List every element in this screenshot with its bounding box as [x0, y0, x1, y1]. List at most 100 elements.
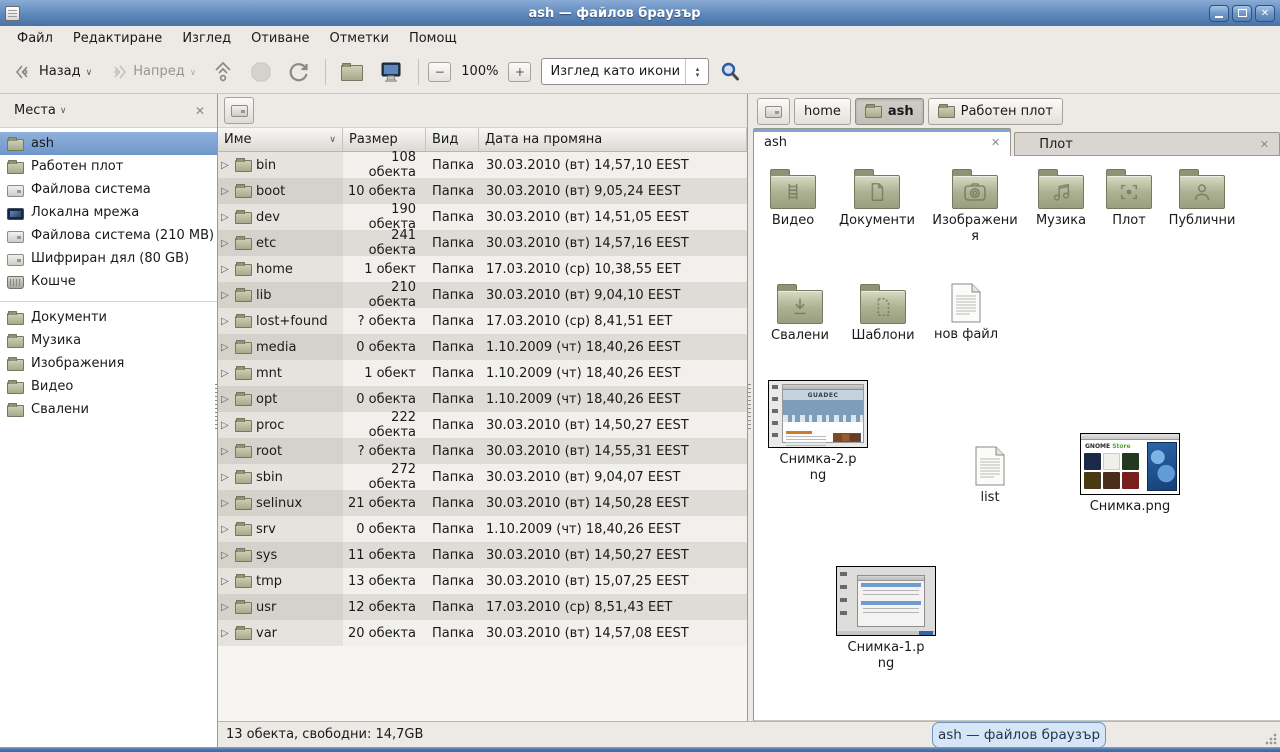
- file-item-snimka2[interactable]: GUADEC Снимка-2.png: [768, 380, 868, 484]
- close-sidebar-icon[interactable]: [191, 102, 209, 120]
- tab-close-icon[interactable]: [1260, 138, 1269, 151]
- table-row[interactable]: root ? обекта Папка 30.03.2010 (вт) 14,5…: [218, 438, 747, 464]
- table-row[interactable]: boot 10 обекта Папка 30.03.2010 (вт) 9,0…: [218, 178, 747, 204]
- expander-icon[interactable]: [221, 420, 231, 431]
- expander-icon[interactable]: [221, 524, 231, 535]
- stop-button[interactable]: [244, 57, 278, 87]
- menu-item[interactable]: Отметки: [320, 29, 397, 48]
- forward-dropdown-icon[interactable]: [190, 64, 197, 79]
- minimize-button[interactable]: [1209, 5, 1229, 22]
- table-row[interactable]: sbin 272 обекта Папка 30.03.2010 (вт) 9,…: [218, 464, 747, 490]
- file-item-snimka[interactable]: GNOME Store Снимка.png: [1075, 433, 1185, 515]
- up-button[interactable]: [206, 56, 240, 88]
- file-item-public[interactable]: Публични: [1154, 175, 1250, 229]
- expander-icon[interactable]: [221, 290, 231, 301]
- sidebar-item[interactable]: Документи: [0, 306, 217, 329]
- file-item-documents[interactable]: Документи: [829, 175, 925, 229]
- column-header-modified[interactable]: Дата на промяна: [479, 128, 747, 151]
- file-item-pictures[interactable]: Изображения: [931, 175, 1019, 245]
- column-header-name[interactable]: Име: [218, 128, 343, 151]
- sidebar-item[interactable]: Локална мрежа: [0, 201, 217, 224]
- expander-icon[interactable]: [221, 212, 231, 223]
- expander-icon[interactable]: [221, 628, 231, 639]
- tab-plot[interactable]: Плот: [1014, 132, 1280, 156]
- sidebar-item[interactable]: Кошче: [0, 270, 217, 293]
- table-row[interactable]: var 20 обекта Папка 30.03.2010 (вт) 14,5…: [218, 620, 747, 646]
- sidebar-item[interactable]: Видео: [0, 375, 217, 398]
- menu-item[interactable]: Файл: [8, 29, 62, 48]
- titlebar[interactable]: ash — файлов браузър: [0, 0, 1280, 26]
- menu-item[interactable]: Отиване: [242, 29, 318, 48]
- expander-icon[interactable]: [221, 238, 231, 249]
- sidebar-item[interactable]: Музика: [0, 329, 217, 352]
- expander-icon[interactable]: [221, 316, 231, 327]
- menu-item[interactable]: Помощ: [400, 29, 466, 48]
- expander-icon[interactable]: [221, 550, 231, 561]
- breadcrumb-current-button[interactable]: ash: [855, 98, 924, 125]
- home-button[interactable]: [335, 59, 369, 85]
- table-row[interactable]: selinux 21 обекта Папка 30.03.2010 (вт) …: [218, 490, 747, 516]
- expander-icon[interactable]: [221, 264, 231, 275]
- expander-icon[interactable]: [221, 498, 231, 509]
- expander-icon[interactable]: [221, 576, 231, 587]
- expander-icon[interactable]: [221, 342, 231, 353]
- sidebar-item[interactable]: Шифриран дял (80 GB): [0, 247, 217, 270]
- table-row[interactable]: proc 222 обекта Папка 30.03.2010 (вт) 14…: [218, 412, 747, 438]
- places-menu-button[interactable]: Места: [8, 100, 73, 121]
- tab-close-icon[interactable]: [991, 136, 1000, 149]
- table-row[interactable]: mnt 1 обект Папка 1.10.2009 (чт) 18,40,2…: [218, 360, 747, 386]
- view-mode-select[interactable]: Изглед като икони: [541, 58, 709, 85]
- back-dropdown-icon[interactable]: [86, 64, 93, 79]
- file-item-templates[interactable]: Шаблони: [835, 290, 931, 344]
- file-icon-canvas[interactable]: Видео Документи Изображени: [753, 156, 1280, 721]
- expander-icon[interactable]: [221, 186, 231, 197]
- tab-ash[interactable]: ash: [753, 128, 1011, 156]
- table-row[interactable]: bin 108 обекта Папка 30.03.2010 (вт) 14,…: [218, 152, 747, 178]
- column-header-type[interactable]: Вид: [426, 128, 479, 151]
- file-item-downloads[interactable]: Свалени: [753, 290, 848, 344]
- taskbar-window-button[interactable]: ash — файлов браузър: [932, 722, 1106, 748]
- table-row[interactable]: usr 12 обекта Папка 17.03.2010 (ср) 8,51…: [218, 594, 747, 620]
- reload-button[interactable]: [282, 57, 316, 87]
- breadcrumb-home-button[interactable]: home: [794, 98, 851, 125]
- expander-icon[interactable]: [221, 160, 231, 171]
- file-item-new-file[interactable]: нов файл: [918, 283, 1014, 343]
- table-row[interactable]: etc 241 обекта Папка 30.03.2010 (вт) 14,…: [218, 230, 747, 256]
- forward-button[interactable]: Напред: [102, 60, 202, 84]
- breadcrumb-desktop-button[interactable]: Работен плот: [928, 98, 1063, 125]
- table-row[interactable]: lost+found ? обекта Папка 17.03.2010 (ср…: [218, 308, 747, 334]
- computer-button[interactable]: [373, 57, 409, 87]
- resize-grip[interactable]: [1265, 733, 1277, 745]
- table-row[interactable]: opt 0 обекта Папка 1.10.2009 (чт) 18,40,…: [218, 386, 747, 412]
- zoom-out-button[interactable]: [428, 62, 451, 82]
- sidebar-item[interactable]: ash: [0, 132, 217, 155]
- column-header-size[interactable]: Размер: [343, 128, 426, 151]
- back-button[interactable]: Назад: [8, 60, 98, 84]
- expander-icon[interactable]: [221, 394, 231, 405]
- breadcrumb-root-button[interactable]: [757, 98, 790, 125]
- expander-icon[interactable]: [221, 368, 231, 379]
- file-item-snimka1[interactable]: Снимка-1.png: [836, 566, 936, 672]
- sidebar-item[interactable]: Работен плот: [0, 155, 217, 178]
- table-row[interactable]: home 1 обект Папка 17.03.2010 (ср) 10,38…: [218, 256, 747, 282]
- sidebar-item[interactable]: Изображения: [0, 352, 217, 375]
- menu-item[interactable]: Изглед: [173, 29, 240, 48]
- close-button[interactable]: [1255, 5, 1275, 22]
- table-row[interactable]: dev 190 обекта Папка 30.03.2010 (вт) 14,…: [218, 204, 747, 230]
- expander-icon[interactable]: [221, 602, 231, 613]
- table-row[interactable]: srv 0 обекта Папка 1.10.2009 (чт) 18,40,…: [218, 516, 747, 542]
- table-row[interactable]: lib 210 обекта Папка 30.03.2010 (вт) 9,0…: [218, 282, 747, 308]
- search-button[interactable]: [713, 57, 747, 87]
- zoom-in-button[interactable]: [508, 62, 531, 82]
- sidebar-item[interactable]: Файлова система (210 MB): [0, 224, 217, 247]
- file-item-video[interactable]: Видео: [753, 175, 841, 229]
- file-item-list[interactable]: list: [942, 446, 1038, 506]
- table-row[interactable]: media 0 обекта Папка 1.10.2009 (чт) 18,4…: [218, 334, 747, 360]
- expander-icon[interactable]: [221, 446, 231, 457]
- maximize-button[interactable]: [1232, 5, 1252, 22]
- sidebar-item[interactable]: Свалени: [0, 398, 217, 421]
- sidebar-item[interactable]: Файлова система: [0, 178, 217, 201]
- table-row[interactable]: sys 11 обекта Папка 30.03.2010 (вт) 14,5…: [218, 542, 747, 568]
- menu-item[interactable]: Редактиране: [64, 29, 171, 48]
- tree-root-button[interactable]: [224, 97, 254, 124]
